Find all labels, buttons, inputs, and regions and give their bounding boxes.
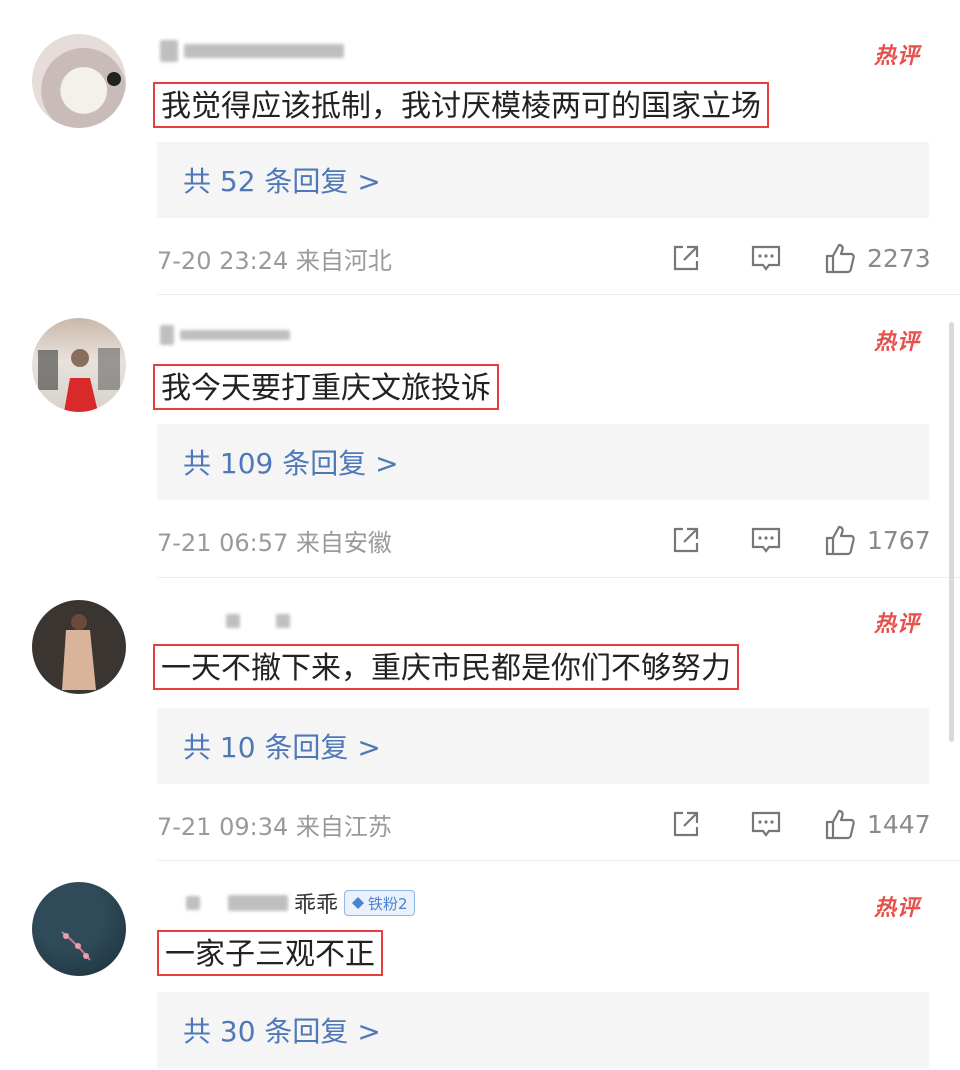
view-replies-link[interactable]: 共 52 条回复 > xyxy=(183,160,381,200)
blurred-username xyxy=(186,896,200,910)
like-count: 1447 xyxy=(867,809,931,839)
scrollbar[interactable] xyxy=(949,322,954,742)
divider xyxy=(157,860,960,861)
comment-meta: 7-21 06:57 来自安徽 1767 xyxy=(157,520,931,560)
like-icon[interactable] xyxy=(823,241,857,275)
comment-text: 一天不撤下来，重庆市民都是你们不够努力 xyxy=(153,644,739,690)
avatar[interactable] xyxy=(32,600,126,694)
diamond-icon xyxy=(352,897,365,909)
comment-meta: 7-20 23:24 来自河北 2273 xyxy=(157,238,931,278)
like-icon[interactable] xyxy=(823,523,857,557)
like-icon[interactable] xyxy=(823,807,857,841)
action-bar: 1767 xyxy=(669,523,931,557)
blurred-username xyxy=(160,40,178,62)
action-bar: 2273 xyxy=(669,241,931,275)
blurred-username xyxy=(228,895,288,911)
reply-box[interactable]: 共 10 条回复 > xyxy=(157,708,929,784)
avatar-image xyxy=(107,72,121,86)
view-replies-link[interactable]: 共 30 条回复 > xyxy=(183,1010,381,1050)
comment-meta: 7-21 09:34 来自江苏 1447 xyxy=(157,804,931,844)
avatar-image xyxy=(61,931,91,961)
fan-badge[interactable]: 铁粉2 xyxy=(344,890,415,916)
blurred-username xyxy=(180,330,290,340)
hot-comment-tag: 热评 xyxy=(873,44,920,69)
comment-icon[interactable] xyxy=(749,807,783,841)
timestamp-location: 7-20 23:24 来自河北 xyxy=(157,246,392,275)
blurred-username xyxy=(226,614,240,628)
username[interactable]: 乖乖 铁粉2 xyxy=(160,888,415,918)
comment-icon[interactable] xyxy=(749,241,783,275)
share-icon[interactable] xyxy=(669,523,703,557)
avatar[interactable] xyxy=(32,34,126,128)
view-replies-link[interactable]: 共 109 条回复 > xyxy=(183,442,399,482)
username[interactable] xyxy=(160,606,290,636)
avatar[interactable] xyxy=(32,318,126,412)
timestamp-location: 7-21 06:57 来自安徽 xyxy=(157,528,392,557)
reply-box[interactable]: 共 52 条回复 > xyxy=(157,142,929,218)
username[interactable] xyxy=(160,36,344,66)
comment-text: 我今天要打重庆文旅投诉 xyxy=(153,364,499,410)
comment-text: 我觉得应该抵制，我讨厌模棱两可的国家立场 xyxy=(153,82,769,128)
share-icon[interactable] xyxy=(669,241,703,275)
avatar[interactable] xyxy=(32,882,126,976)
comment-icon[interactable] xyxy=(749,523,783,557)
like-count: 2273 xyxy=(867,243,931,273)
comment-text: 一家子三观不正 xyxy=(157,930,383,976)
view-replies-link[interactable]: 共 10 条回复 > xyxy=(183,726,381,766)
action-bar: 1447 xyxy=(669,807,931,841)
avatar-image xyxy=(38,348,120,412)
hot-comment-tag: 热评 xyxy=(873,896,920,921)
hot-comment-tag: 热评 xyxy=(873,330,920,355)
reply-box[interactable]: 共 109 条回复 > xyxy=(157,424,929,500)
timestamp-location: 7-21 09:34 来自江苏 xyxy=(157,812,392,841)
username-suffix: 乖乖 xyxy=(294,893,339,918)
username[interactable] xyxy=(160,320,290,350)
hot-comment-tag: 热评 xyxy=(873,612,920,637)
fan-badge-label: 铁粉2 xyxy=(368,894,408,913)
blurred-username xyxy=(184,44,344,58)
avatar-image xyxy=(62,614,96,690)
share-icon[interactable] xyxy=(669,807,703,841)
reply-box[interactable]: 共 30 条回复 > xyxy=(157,992,929,1068)
blurred-username xyxy=(276,614,290,628)
divider xyxy=(157,577,960,578)
like-count: 1767 xyxy=(867,525,931,555)
blurred-username xyxy=(160,325,174,345)
divider xyxy=(157,294,960,295)
